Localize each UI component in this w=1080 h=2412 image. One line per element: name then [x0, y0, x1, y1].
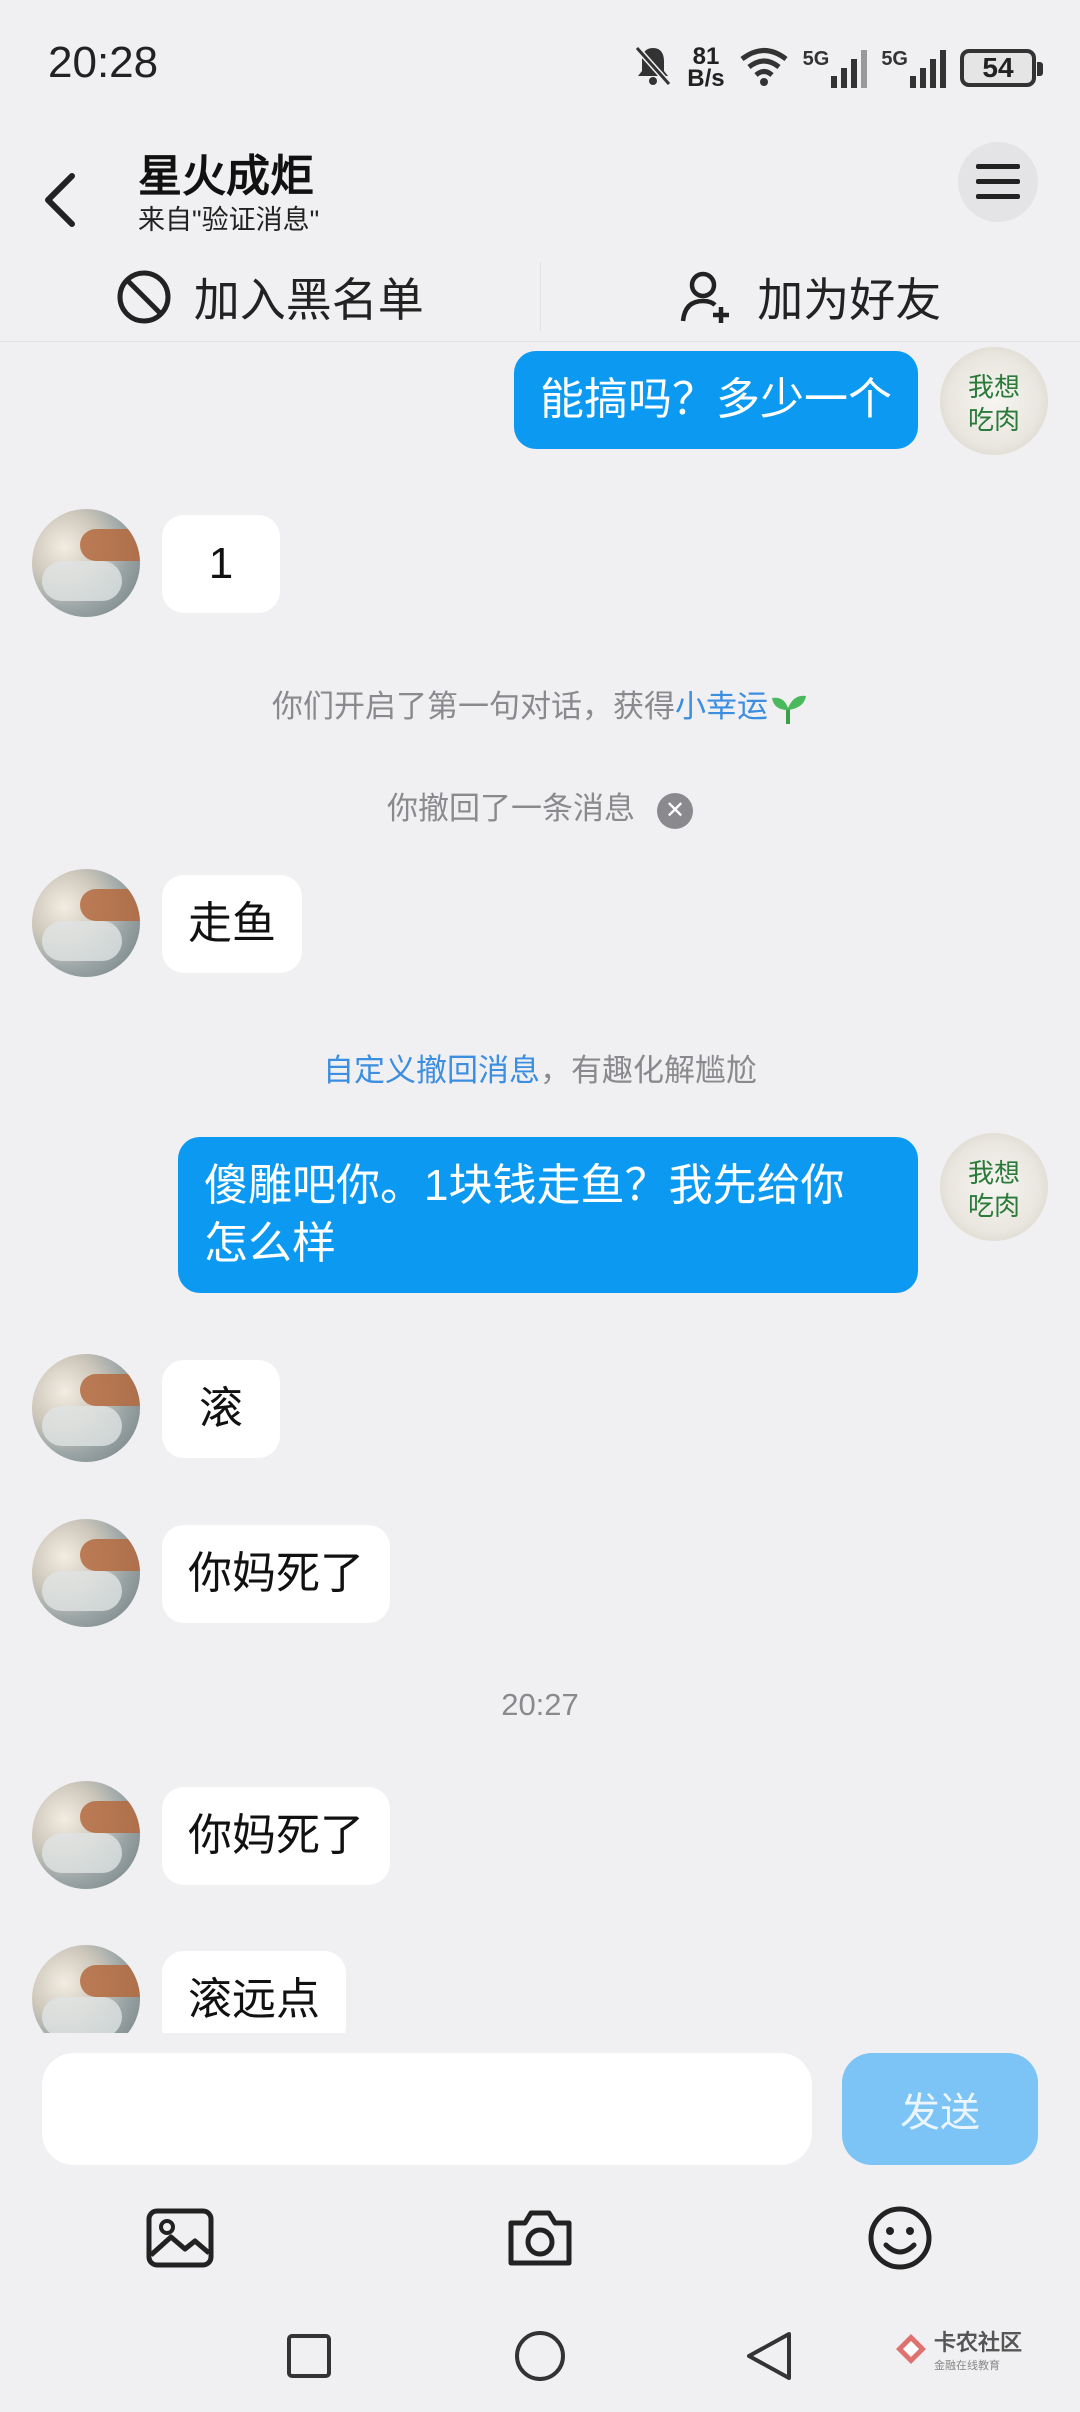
self-avatar-image: 我想吃肉: [968, 1159, 1020, 1222]
message-bubble-self[interactable]: 傻雕吧你。1块钱走鱼？我先给你 怎么样: [178, 1137, 918, 1293]
system-nav-bar: 卡农社区 金融在线教育: [0, 2303, 1080, 2412]
chat-messages[interactable]: 我想 吃肉 能搞吗？多少一个 1 你们开启了第一句对话，获得小幸运 你撤回了一条消…: [0, 343, 1080, 2033]
status-bar: 20:28 81 B/s 5G 5G 54: [0, 0, 1080, 130]
signal-5g-icon-2: 5G: [881, 48, 946, 88]
battery-icon: 54: [960, 49, 1043, 87]
message-input[interactable]: [42, 2053, 812, 2165]
contact-avatar[interactable]: [32, 1354, 140, 1462]
hamburger-icon: [976, 164, 1020, 199]
emoji-button[interactable]: [855, 2193, 945, 2283]
circle-icon: [515, 2331, 565, 2381]
close-icon[interactable]: ✕: [657, 792, 693, 829]
square-icon: [287, 2334, 331, 2378]
send-button[interactable]: 发送: [842, 2053, 1038, 2165]
add-friend-label: 加为好友: [757, 273, 942, 326]
page-subtitle: 来自"验证消息": [138, 205, 320, 235]
menu-button[interactable]: [958, 142, 1038, 222]
message-bubble-other[interactable]: 滚: [162, 1360, 280, 1458]
action-bar: 加入黑名单 加为好友: [0, 252, 1080, 342]
message-bubble-other[interactable]: 你妈死了: [162, 1787, 390, 1885]
home-button[interactable]: [505, 2321, 575, 2391]
self-avatar-image: 我想吃肉: [968, 373, 1020, 436]
sprout-icon: [768, 689, 808, 724]
emoji-icon: [868, 2206, 932, 2270]
custom-recall-link[interactable]: 自定义撤回消息: [323, 1053, 540, 1088]
back-button[interactable]: [30, 150, 90, 250]
chat-header: 星火成炬 来自"验证消息": [0, 130, 1080, 260]
contact-avatar[interactable]: [32, 1945, 140, 2033]
back-nav-button[interactable]: [735, 2321, 805, 2391]
svg-text:我想: 我想: [968, 373, 1020, 403]
page-title: 星火成炬: [138, 152, 314, 201]
contact-avatar[interactable]: [32, 1519, 140, 1627]
svg-text:吃肉: 吃肉: [968, 406, 1020, 436]
system-first-chat: 你们开启了第一句对话，获得小幸运: [0, 681, 1080, 726]
camera-icon: [508, 2210, 572, 2266]
image-button[interactable]: [135, 2193, 225, 2283]
blacklist-label: 加入黑名单: [193, 273, 424, 326]
tool-row: [0, 2193, 1080, 2303]
image-icon: [146, 2208, 214, 2268]
message-bubble-other[interactable]: 走鱼: [162, 875, 302, 973]
watermark-logo-icon: [895, 2334, 926, 2364]
wifi-icon: [739, 46, 789, 91]
add-friend-button[interactable]: 加为好友: [541, 252, 1080, 341]
svg-text:我想: 我想: [968, 1159, 1020, 1189]
svg-text:吃肉: 吃肉: [968, 1192, 1020, 1222]
contact-avatar[interactable]: [32, 509, 140, 617]
message-bubble-other[interactable]: 滚远点: [162, 1951, 346, 2033]
system-recall-hint: 自定义撤回消息，有趣化解尴尬: [323, 1053, 757, 1088]
timestamp: 20:27: [501, 1687, 579, 1722]
add-user-icon: [681, 271, 730, 323]
block-icon: [117, 270, 171, 323]
self-avatar[interactable]: 我想 吃肉: [940, 347, 1048, 455]
signal-5g-icon: 5G: [803, 48, 868, 88]
message-bubble-self[interactable]: 能搞吗？多少一个: [514, 351, 918, 449]
message-bubble-other[interactable]: 你妈死了: [162, 1525, 390, 1623]
blacklist-button[interactable]: 加入黑名单: [0, 252, 540, 341]
contact-avatar[interactable]: [32, 869, 140, 977]
status-time: 20:28: [48, 38, 159, 87]
message-bubble-other[interactable]: 1: [162, 515, 280, 613]
camera-button[interactable]: [495, 2193, 585, 2283]
lucky-link[interactable]: 小幸运: [675, 689, 768, 724]
triangle-back-icon: [747, 2332, 791, 2380]
self-avatar[interactable]: 我想 吃肉: [940, 1133, 1048, 1241]
mute-bell-icon: [633, 44, 673, 93]
system-recall: 你撤回了一条消息 ✕: [0, 783, 1080, 829]
contact-avatar[interactable]: [32, 1781, 140, 1889]
chevron-left-icon: [45, 173, 75, 227]
status-icons: 81 B/s 5G 5G 54: [633, 40, 1043, 96]
watermark: 卡农社区 金融在线教育: [894, 2325, 1022, 2373]
net-speed: 81 B/s: [687, 43, 725, 92]
composer: 发送: [0, 2033, 1080, 2303]
recents-button[interactable]: [274, 2321, 344, 2391]
